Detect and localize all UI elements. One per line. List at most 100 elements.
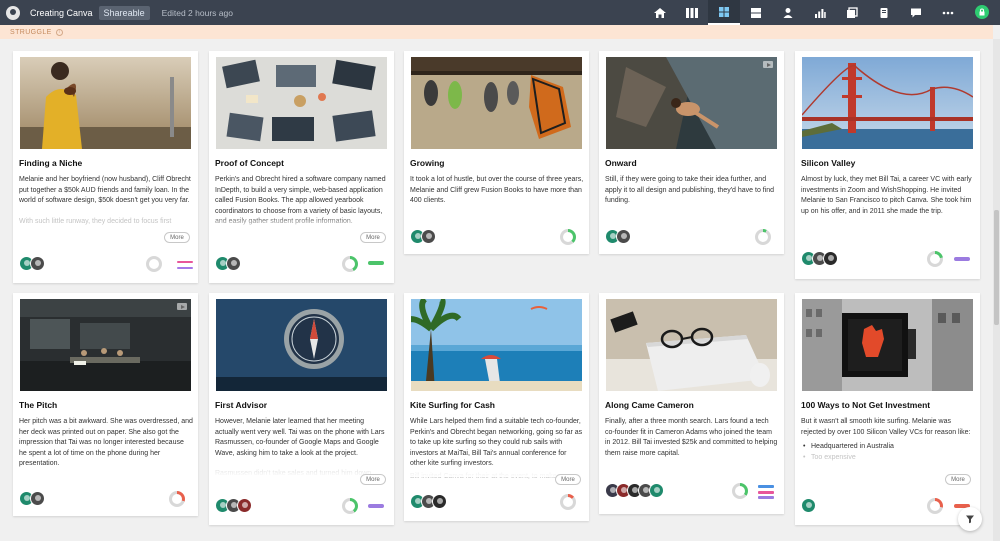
- card-body: Still, if they were going to take their …: [605, 175, 779, 217]
- story-card[interactable]: Along Came Cameron Finally, after a thre…: [599, 293, 784, 514]
- avatar[interactable]: [649, 483, 664, 498]
- story-card[interactable]: Growing It took a lot of hustle, but ove…: [404, 51, 589, 254]
- filter-icon[interactable]: [958, 507, 982, 531]
- card-title[interactable]: The Pitch: [19, 400, 57, 410]
- story-card[interactable]: Onward Still, if they were going to take…: [599, 51, 784, 254]
- progress-ring: [560, 494, 576, 510]
- progress-ring: [342, 256, 358, 272]
- collaborator-avatars: [410, 494, 447, 509]
- card-title[interactable]: Along Came Cameron: [605, 400, 694, 410]
- status-tag-icon: [177, 261, 193, 269]
- text-fade: [795, 459, 980, 473]
- rows-icon[interactable]: [740, 0, 772, 25]
- grid-icon[interactable]: [708, 0, 740, 25]
- progress-ring: [927, 251, 943, 267]
- story-card[interactable]: First Advisor However, Melanie later lea…: [209, 293, 394, 525]
- laptop-glasses-photo: [606, 299, 777, 391]
- status-tag-icon: [368, 261, 384, 265]
- edited-timestamp: Edited 2 hours ago: [161, 7, 233, 18]
- avatar[interactable]: [226, 256, 241, 271]
- status-tag-icon: [758, 485, 774, 499]
- section-label: STRUGGLE: [10, 28, 52, 36]
- video-icon: [763, 61, 773, 68]
- book-icon[interactable]: [868, 0, 900, 25]
- home-icon[interactable]: [644, 0, 676, 25]
- more-button[interactable]: More: [360, 232, 386, 243]
- text-fade: [209, 215, 394, 229]
- card-title[interactable]: Silicon Valley: [801, 158, 855, 168]
- card-body: It took a lot of hustle, but over the co…: [410, 175, 584, 217]
- card-title[interactable]: Finding a Niche: [19, 158, 82, 168]
- info-icon[interactable]: i: [55, 28, 63, 36]
- person-icon[interactable]: [772, 0, 804, 25]
- card-title[interactable]: First Advisor: [215, 400, 267, 410]
- card-paragraph: However, Melanie later learned that her …: [215, 418, 385, 457]
- card-image: [216, 57, 387, 149]
- list-item: Headquartered in Australia: [801, 442, 975, 453]
- story-card[interactable]: Silicon Valley Almost by luck, they met …: [795, 51, 980, 279]
- more-button[interactable]: More: [164, 232, 190, 243]
- card-paragraph: Her pitch was a bit awkward. She was ove…: [19, 418, 193, 467]
- card-title[interactable]: 100 Ways to Not Get Investment: [801, 400, 930, 410]
- card-body: Almost by luck, they met Bill Tai, a car…: [801, 175, 975, 227]
- progress-ring: [927, 498, 943, 514]
- progress-ring: [755, 229, 771, 245]
- card-title[interactable]: Growing: [410, 158, 444, 168]
- kite-surfing-photo: [411, 299, 582, 391]
- collaborator-avatars: [801, 251, 838, 266]
- board-title[interactable]: Creating Canva: [30, 8, 93, 18]
- card-image: [802, 299, 973, 391]
- columns-icon[interactable]: [676, 0, 708, 25]
- avatar[interactable]: [421, 229, 436, 244]
- collaborator-avatars: [215, 498, 252, 513]
- story-card[interactable]: The Pitch Her pitch was a bit awkward. S…: [13, 293, 198, 516]
- football-player-photo: [20, 57, 191, 149]
- story-card[interactable]: 100 Ways to Not Get Investment But it wa…: [795, 293, 980, 525]
- card-body: Finally, after a three month search. Lar…: [605, 417, 779, 469]
- dark-meeting-room-photo: [20, 299, 191, 391]
- avatar[interactable]: [616, 229, 631, 244]
- card-faded-text: With such little runway, they decided to…: [19, 217, 172, 225]
- rock-climber-photo: [606, 57, 777, 149]
- more-button[interactable]: More: [555, 474, 581, 485]
- card-image: [606, 57, 777, 149]
- golden-gate-bridge-photo: [802, 57, 973, 149]
- card-image: [411, 57, 582, 149]
- card-title[interactable]: Kite Surfing for Cash: [410, 400, 495, 410]
- progress-ring: [146, 256, 162, 272]
- card-paragraph: But it wasn't all smooth kite surfing. M…: [801, 418, 971, 436]
- collaborator-avatars: [605, 483, 664, 498]
- avatar[interactable]: [432, 494, 447, 509]
- card-title[interactable]: Onward: [605, 158, 637, 168]
- app-logo-icon[interactable]: [6, 5, 20, 20]
- avatar[interactable]: [823, 251, 838, 266]
- view-switcher: [644, 0, 964, 25]
- collaborator-avatars: [215, 256, 241, 271]
- avatar[interactable]: [801, 498, 816, 513]
- scroll-thumb[interactable]: [994, 210, 999, 325]
- collaborator-avatars: [605, 229, 631, 244]
- layers-icon[interactable]: [836, 0, 868, 25]
- chrysalis-photo: [411, 57, 582, 149]
- more-button[interactable]: More: [360, 474, 386, 485]
- story-card[interactable]: Kite Surfing for Cash While Lars helped …: [404, 293, 589, 521]
- card-image: [802, 57, 973, 149]
- lock-icon[interactable]: [975, 5, 989, 19]
- avatar[interactable]: [30, 491, 45, 506]
- status-tag-icon: [954, 257, 970, 261]
- shareable-badge[interactable]: Shareable: [98, 5, 150, 20]
- card-paragraph: While Lars helped them find a suitable t…: [410, 418, 583, 467]
- collaborator-avatars: [801, 498, 816, 513]
- vertical-scrollbar[interactable]: [993, 39, 1000, 541]
- story-card[interactable]: Finding a Niche Melanie and her boyfrien…: [13, 51, 198, 283]
- bar-chart-icon[interactable]: [804, 0, 836, 25]
- more-button[interactable]: More: [945, 474, 971, 485]
- card-title[interactable]: Proof of Concept: [215, 158, 284, 168]
- story-card[interactable]: Proof of Concept Perkin's and Obrecht hi…: [209, 51, 394, 283]
- avatar[interactable]: [30, 256, 45, 271]
- more-icon[interactable]: [932, 0, 964, 25]
- avatar[interactable]: [237, 498, 252, 513]
- card-body: Her pitch was a bit awkward. She was ove…: [19, 417, 193, 480]
- card-image: [20, 299, 191, 391]
- comment-icon[interactable]: [900, 0, 932, 25]
